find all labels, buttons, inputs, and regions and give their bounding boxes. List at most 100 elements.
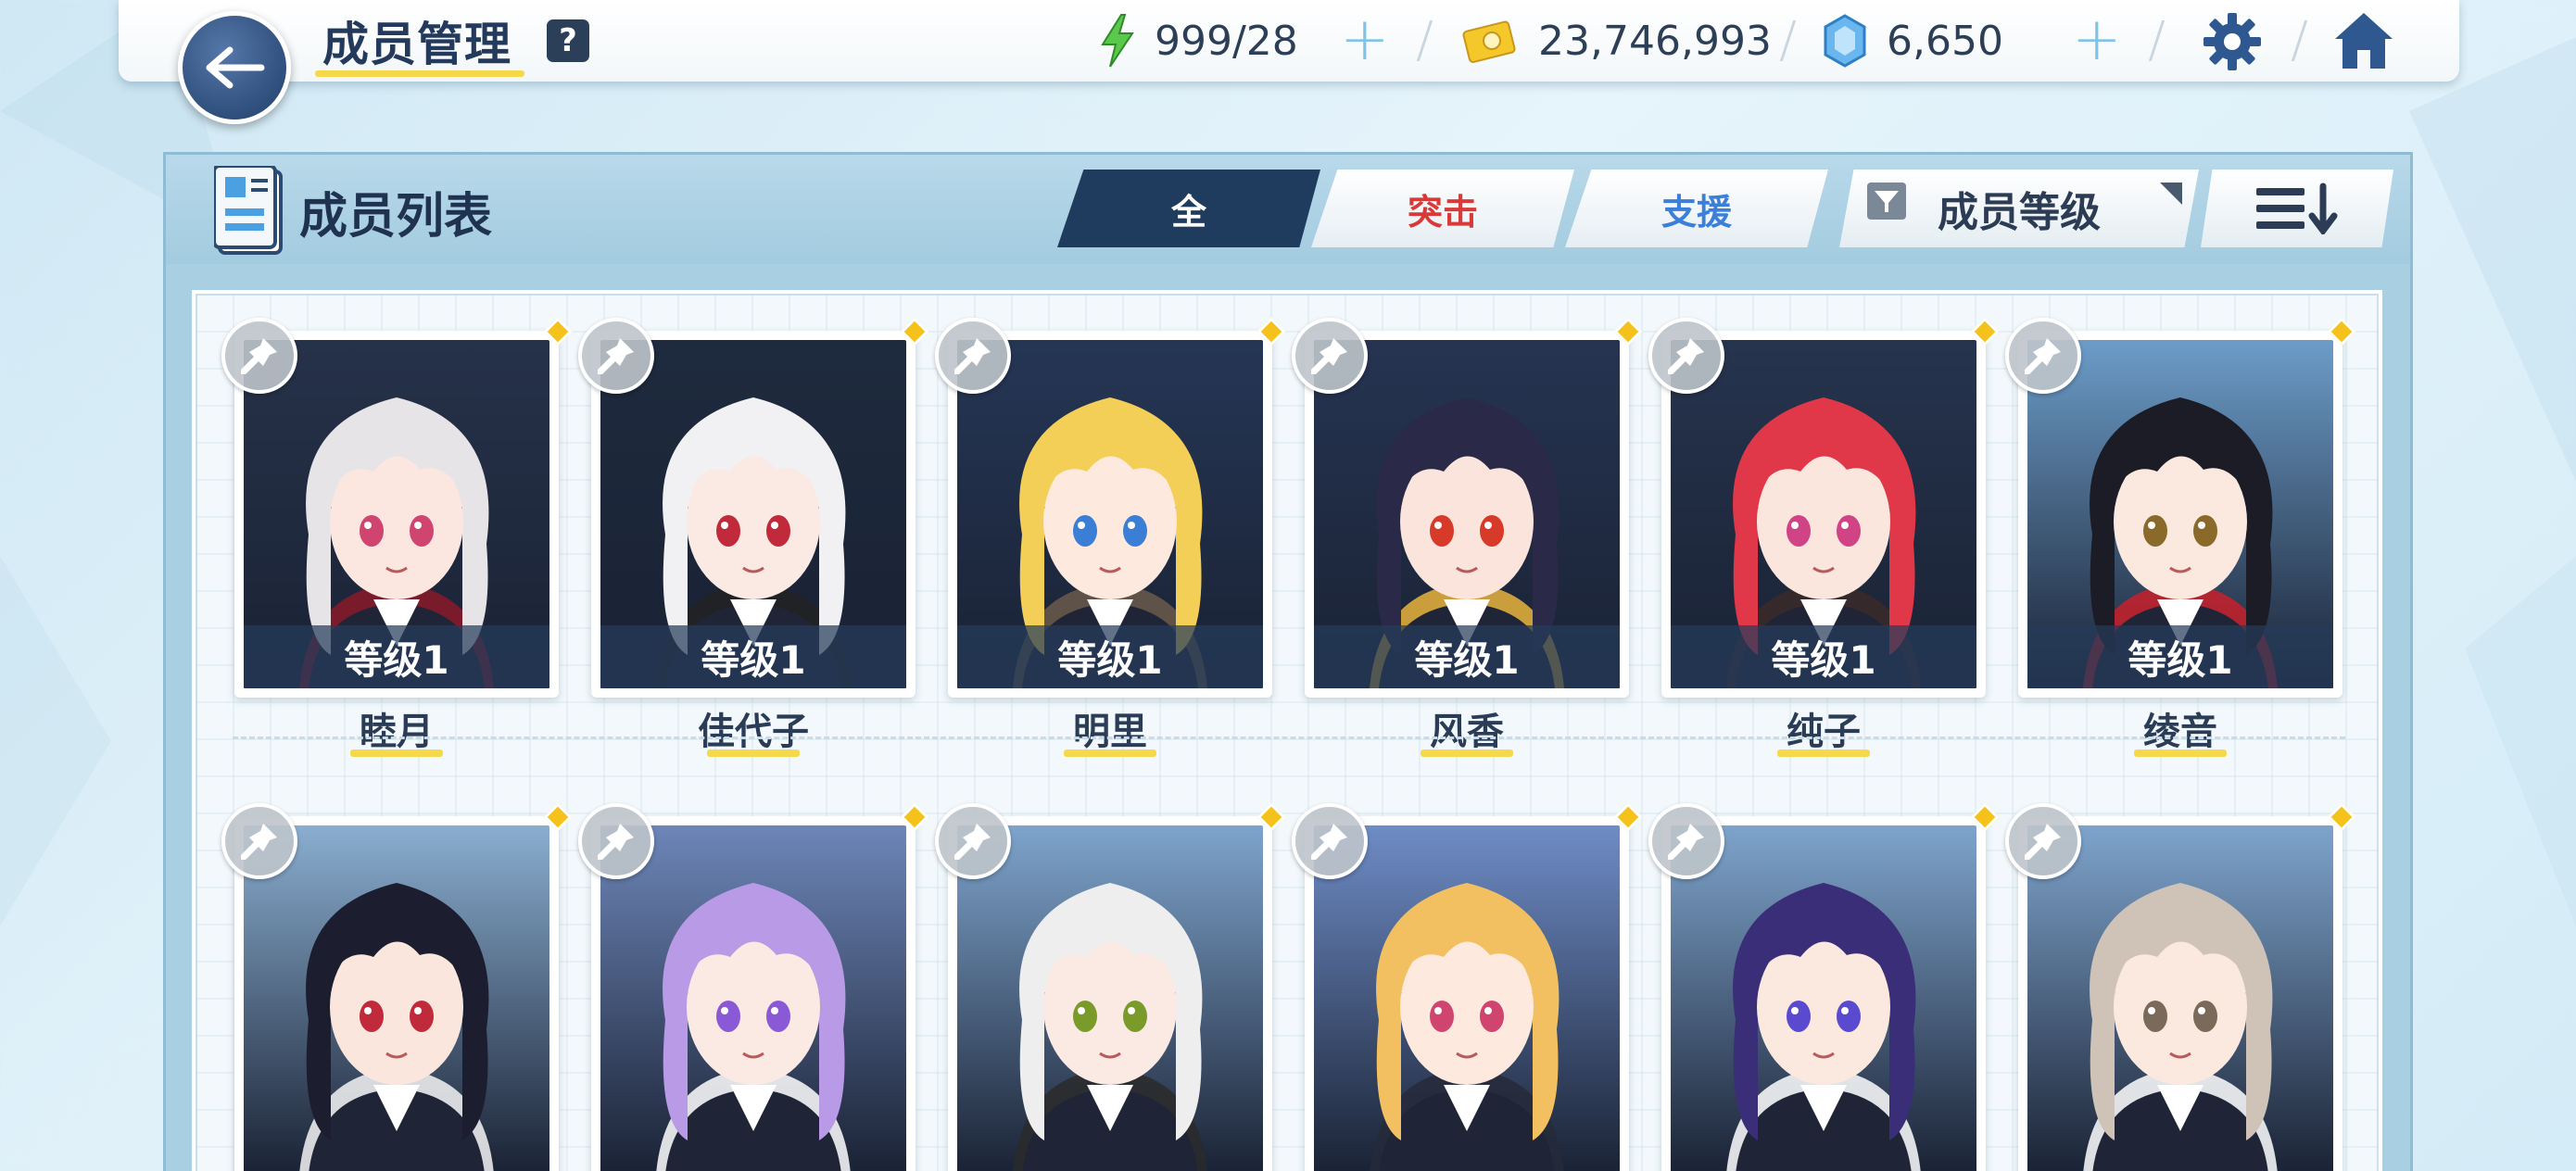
student-level: 等级1 [957, 625, 1263, 688]
pyroxene-counter: 6,650 [1822, 13, 2003, 69]
pin-icon [598, 338, 634, 374]
pin-button[interactable] [935, 803, 1011, 879]
credits-value: 23,746,993 [1538, 17, 1772, 65]
ap-value: 999/28 [1155, 17, 1298, 65]
student-level: 等级1 [600, 625, 906, 688]
student-portrait [1314, 825, 1620, 1171]
ap-counter: 999/28 [1097, 13, 1298, 69]
pyroxene-icon [1824, 14, 1866, 68]
name-underline [350, 749, 443, 757]
sort-order-button[interactable] [2201, 170, 2393, 247]
portrait-illustration [244, 825, 549, 1171]
pin-button[interactable] [935, 318, 1011, 394]
pin-icon [2025, 824, 2061, 860]
sort-filter-button[interactable]: 成员等级 [1839, 170, 2199, 247]
pin-icon [2025, 338, 2061, 374]
name-underline [1421, 749, 1513, 757]
filter-icon [1867, 183, 1906, 220]
student-portrait [957, 825, 1263, 1171]
student-level: 等级1 [244, 625, 549, 688]
student-name: 风香 [1430, 711, 1504, 753]
panel-title: 成员列表 [299, 189, 493, 245]
pin-icon [954, 338, 991, 374]
pin-button[interactable] [1648, 318, 1724, 394]
pyroxene-value: 6,650 [1887, 17, 2003, 65]
student-level: 等级1 [1314, 625, 1620, 688]
student-level: 等级1 [2027, 625, 2333, 688]
pyroxene-add-button[interactable]: + [2072, 10, 2122, 69]
student-portrait [2027, 825, 2333, 1171]
sort-descending-icon [2256, 183, 2338, 234]
student-card[interactable] [221, 802, 573, 1171]
student-name: 睦月 [360, 711, 434, 753]
pin-icon [1668, 824, 1704, 860]
home-icon[interactable] [2331, 9, 2396, 72]
pin-button[interactable] [1292, 803, 1368, 879]
student-name: 佳代子 [698, 711, 809, 753]
help-button[interactable]: ? [547, 19, 589, 62]
student-list-panel: 成员列表 全 突击 支援 成员等级 等级1 睦月 等级1 佳代子 等级1 明里 等级1 风 [163, 152, 2413, 1171]
page-title: 成员管理 [322, 18, 511, 71]
portrait-illustration [1314, 825, 1620, 1171]
pin-button[interactable] [1292, 318, 1368, 394]
name-underline [1777, 749, 1870, 757]
gear-icon[interactable] [2202, 11, 2263, 72]
student-portrait [244, 825, 549, 1171]
tab-striker[interactable]: 突击 [1311, 170, 1574, 247]
student-card[interactable] [2005, 802, 2356, 1171]
student-name: 绫音 [2143, 711, 2217, 753]
arrow-left-icon [206, 46, 265, 89]
lightning-icon [1101, 14, 1134, 68]
student-portrait [600, 825, 906, 1171]
pin-button[interactable] [578, 318, 654, 394]
tab-special[interactable]: 支援 [1565, 170, 1828, 247]
student-card[interactable]: 等级1 [1292, 317, 1643, 698]
pin-icon [241, 338, 277, 374]
pin-button[interactable] [578, 803, 654, 879]
pin-icon [1668, 338, 1704, 374]
pin-icon [241, 824, 277, 860]
panel-header: 成员列表 全 突击 支援 成员等级 [166, 155, 2410, 264]
student-card[interactable]: 等级1 [578, 317, 929, 698]
student-name: 明里 [1073, 711, 1147, 753]
pin-icon [598, 824, 634, 860]
type-tabs: 全 突击 支援 [1057, 170, 1828, 247]
name-underline [2134, 749, 2227, 757]
student-card[interactable] [935, 802, 1286, 1171]
pin-icon [1311, 338, 1347, 374]
roster-icon [214, 166, 283, 255]
student-card[interactable] [1648, 802, 2000, 1171]
portrait-illustration [1671, 825, 1976, 1171]
pin-icon [954, 824, 991, 860]
portrait-illustration [2027, 825, 2333, 1171]
portrait-illustration [600, 825, 906, 1171]
pin-icon [1311, 824, 1347, 860]
portrait-illustration [957, 825, 1263, 1171]
student-portrait [1671, 825, 1976, 1171]
ap-add-button[interactable]: + [1340, 10, 1390, 69]
back-button[interactable] [178, 11, 291, 124]
sort-filter-label: 成员等级 [1938, 189, 2101, 236]
name-underline [1064, 749, 1156, 757]
pin-button[interactable] [2005, 803, 2081, 879]
pin-button[interactable] [221, 318, 297, 394]
student-name: 纯子 [1787, 711, 1861, 753]
student-grid: 等级1 睦月 等级1 佳代子 等级1 明里 等级1 风香 等级1 纯子 等级1 绫音 [192, 290, 2382, 1171]
title-underline [315, 70, 524, 77]
student-card[interactable]: 等级1 [2005, 317, 2356, 698]
filter-corner [2160, 183, 2182, 205]
credits-counter: 23,746,993 [1462, 13, 1772, 69]
tab-all[interactable]: 全 [1057, 170, 1320, 247]
credit-card-icon [1462, 20, 1516, 63]
row-divider [233, 737, 2345, 739]
pin-button[interactable] [1648, 803, 1724, 879]
student-card[interactable]: 等级1 [1648, 317, 2000, 698]
student-card[interactable] [1292, 802, 1643, 1171]
student-level: 等级1 [1671, 625, 1976, 688]
student-card[interactable]: 等级1 [935, 317, 1286, 698]
name-underline [707, 749, 800, 757]
student-card[interactable]: 等级1 [221, 317, 573, 698]
pin-button[interactable] [221, 803, 297, 879]
pin-button[interactable] [2005, 318, 2081, 394]
student-card[interactable] [578, 802, 929, 1171]
